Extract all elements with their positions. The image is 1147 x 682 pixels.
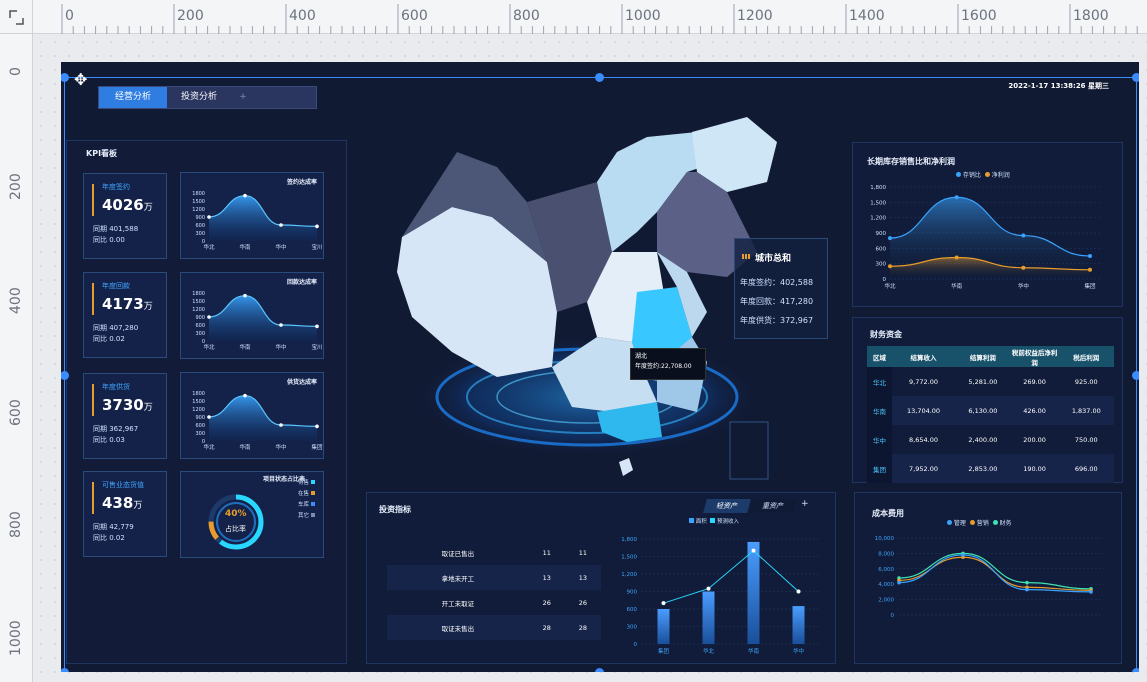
ruler-ticks: [61, 4, 1138, 34]
dashboard-canvas[interactable]: 经营分析 投资分析 + 2022-1-17 13:38:26 星期三 KPI看板…: [61, 62, 1139, 672]
ruler-corner[interactable]: [0, 0, 33, 34]
resize-handle[interactable]: [1132, 371, 1139, 380]
ruler-label: 1000: [8, 620, 24, 656]
selection-frame[interactable]: [64, 77, 1137, 672]
resize-handle[interactable]: [1132, 73, 1139, 82]
vertical-ruler[interactable]: 0 200 400 600 800 1000: [0, 0, 33, 682]
ruler-label: 800: [8, 511, 24, 538]
move-cursor-icon: ✥: [74, 70, 88, 89]
resize-handle[interactable]: [61, 668, 69, 672]
ruler-label: 600: [8, 399, 24, 426]
ruler-label: 400: [8, 287, 24, 314]
ruler-label: 200: [8, 173, 24, 200]
resize-handle[interactable]: [1132, 668, 1139, 672]
ruler-label: 0: [8, 67, 24, 76]
horizontal-ruler[interactable]: 0 200 400 600 800 1000 1200 1400 1600 18…: [0, 0, 1147, 34]
resize-handle[interactable]: [595, 73, 604, 82]
resize-handle[interactable]: [595, 668, 604, 672]
